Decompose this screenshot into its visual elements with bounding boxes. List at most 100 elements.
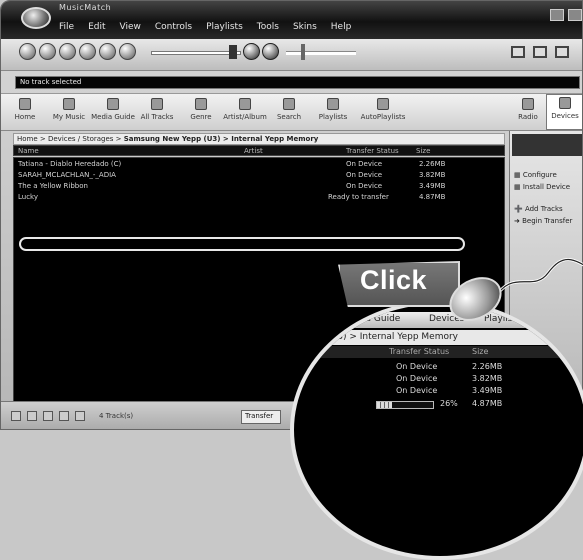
- repeat-icon[interactable]: [262, 43, 279, 60]
- volume-slider[interactable]: [151, 51, 241, 55]
- menu-bar: File Edit View Controls Playlists Tools …: [59, 22, 351, 32]
- click-callout-label: Click: [360, 265, 428, 295]
- delete-icon[interactable]: [43, 411, 53, 421]
- eject-icon[interactable]: [119, 43, 136, 60]
- menu-skins[interactable]: Skins: [293, 22, 317, 32]
- menu-playlists[interactable]: Playlists: [206, 22, 243, 32]
- search-icon: [283, 98, 295, 110]
- move-up-icon[interactable]: [59, 411, 69, 421]
- tab-media-guide: Media Guide: [344, 314, 401, 324]
- toolbar-media-guide[interactable]: Media Guide: [91, 96, 135, 121]
- magnified-row: On Device 3.49MB: [396, 386, 503, 395]
- radio-icon: [522, 98, 534, 110]
- track-name: SARAH_MCLACHLAN_-_ADIA: [18, 171, 116, 179]
- menu-view[interactable]: View: [120, 22, 141, 32]
- app-title: MusicMatch: [59, 3, 112, 12]
- install-device-button[interactable]: ▦ Install Device: [514, 183, 570, 191]
- transfer-button[interactable]: Transfer: [241, 410, 281, 424]
- configure-icon: ▦: [514, 171, 523, 179]
- seek-bar[interactable]: [286, 51, 356, 55]
- track-name: Tatiana - Diablo Heredado (C): [18, 160, 122, 168]
- menu-controls[interactable]: Controls: [155, 22, 192, 32]
- toolbar-search[interactable]: Search: [267, 96, 311, 121]
- toolbar-autoplaylists[interactable]: AutoPlaylists: [355, 96, 411, 121]
- transfer-progress-fill: [377, 402, 392, 408]
- breadcrumb-current[interactable]: Samsung New Yepp (U3) > Internal Yepp Me…: [124, 135, 319, 143]
- column-size[interactable]: Size: [416, 147, 430, 155]
- column-status[interactable]: Transfer Status: [346, 147, 399, 155]
- album-icon: [239, 98, 251, 110]
- menu-tools[interactable]: Tools: [257, 22, 279, 32]
- shuffle-icon[interactable]: [243, 43, 260, 60]
- list-header: Name Artist Transfer Status Size: [13, 145, 505, 156]
- next-icon[interactable]: [99, 43, 116, 60]
- options-icon[interactable]: [555, 46, 569, 58]
- detail-view-icon[interactable]: [27, 411, 37, 421]
- move-down-icon[interactable]: [75, 411, 85, 421]
- track-name: The a Yellow Ribbon: [18, 182, 88, 190]
- genre-icon: [195, 98, 207, 110]
- track-status: Ready to transfer: [328, 193, 389, 201]
- magnified-header: Transfer Status Size: [294, 346, 583, 358]
- magnified-column-size: Size: [472, 347, 489, 356]
- toolbar-devices[interactable]: Devices: [546, 94, 582, 130]
- breadcrumb: Home > Devices / Storages > Samsung New …: [13, 133, 505, 145]
- devices-icon: [559, 97, 571, 109]
- toolbar-home[interactable]: Home: [3, 96, 47, 121]
- stop-icon[interactable]: [59, 43, 76, 60]
- previous-icon[interactable]: [79, 43, 96, 60]
- device-panel-header: [512, 134, 582, 156]
- track-size: 2.26MB: [419, 160, 446, 168]
- menu-edit[interactable]: Edit: [88, 22, 105, 32]
- begin-transfer-button[interactable]: ➜ Begin Transfer: [514, 217, 572, 225]
- play-icon[interactable]: [19, 43, 36, 60]
- track-status: On Device: [346, 182, 383, 190]
- now-playing-display: No track selected: [15, 76, 580, 89]
- track-size: 3.49MB: [419, 182, 446, 190]
- column-artist[interactable]: Artist: [244, 147, 263, 155]
- home-icon: [19, 98, 31, 110]
- music-icon: [63, 98, 75, 110]
- column-name[interactable]: Name: [18, 147, 39, 155]
- magnified-column-status: Transfer Status: [389, 347, 450, 356]
- menu-help[interactable]: Help: [331, 22, 352, 32]
- transport-bar: [1, 39, 582, 71]
- magnifier-callout: Media Guide Devices Playlists Search Yep…: [290, 300, 583, 560]
- track-name: Lucky: [18, 193, 39, 201]
- close-icon[interactable]: [568, 9, 582, 21]
- tracks-icon: [151, 98, 163, 110]
- toolbar-radio[interactable]: Radio: [506, 96, 550, 121]
- tab-playlists: Playlists: [484, 314, 521, 324]
- volume-knob[interactable]: [229, 45, 237, 59]
- breadcrumb-path[interactable]: Home > Devices / Storages >: [17, 135, 124, 143]
- track-count: 4 Track(s): [99, 412, 134, 420]
- table-row[interactable]: Lucky Ready to transfer 4.87MB: [14, 193, 504, 205]
- magnified-tabs: Media Guide Devices Playlists Search: [314, 312, 583, 328]
- add-tracks-icon: ➕: [514, 205, 525, 213]
- pause-icon[interactable]: [39, 43, 56, 60]
- menu-file[interactable]: File: [59, 22, 74, 32]
- app-logo-icon: [21, 7, 51, 29]
- tab-search: Search: [542, 314, 573, 324]
- transfer-icon: ➜: [514, 217, 523, 225]
- mini-mode-icon[interactable]: [511, 46, 525, 58]
- toolbar-my-music[interactable]: My Music: [47, 96, 91, 121]
- transfer-highlight: [19, 237, 465, 251]
- title-bar: MusicMatch File Edit View Controls Playl…: [1, 1, 582, 39]
- toolbar-artist-album[interactable]: Artist/Album: [223, 96, 267, 121]
- toolbar-playlists[interactable]: Playlists: [311, 96, 355, 121]
- seek-thumb[interactable]: [301, 44, 305, 60]
- list-view-icon[interactable]: [11, 411, 21, 421]
- guide-icon: [107, 98, 119, 110]
- autoplaylist-icon: [377, 98, 389, 110]
- track-size: 4.87MB: [419, 193, 446, 201]
- add-tracks-button[interactable]: ➕ Add Tracks: [514, 205, 563, 213]
- transfer-progress-bar: [376, 401, 434, 409]
- minimize-icon[interactable]: [550, 9, 564, 21]
- track-size: 3.82MB: [419, 171, 446, 179]
- window-mode-icon[interactable]: [533, 46, 547, 58]
- toolbar-genre[interactable]: Genre: [179, 96, 223, 121]
- configure-button[interactable]: ▦ Configure: [514, 171, 557, 179]
- magnified-row-transferring: 26% 4.87MB: [294, 399, 583, 411]
- toolbar-all-tracks[interactable]: All Tracks: [135, 96, 179, 121]
